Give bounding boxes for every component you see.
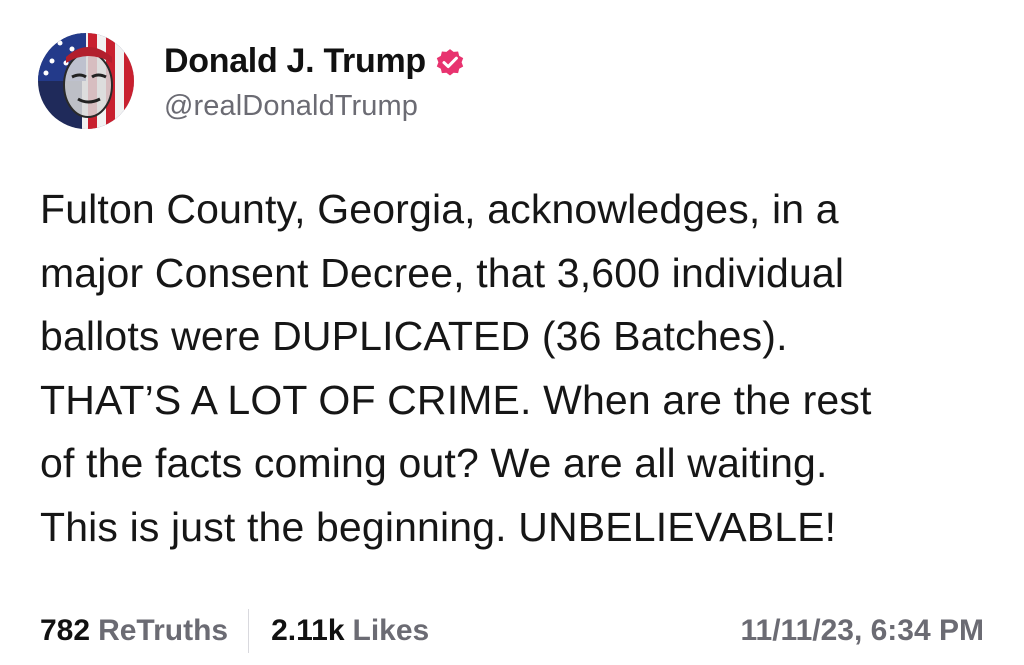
likes-stat[interactable]: 2.11k Likes [271, 614, 429, 648]
retruths-count: 782 [40, 614, 91, 647]
verified-badge-icon [434, 46, 466, 78]
post-footer: 782 ReTruths 2.11k Likes 11/11/23, 6:34 … [40, 606, 984, 656]
post-timestamp[interactable]: 11/11/23, 6:34 PM [740, 614, 984, 648]
avatar[interactable] [38, 33, 134, 129]
likes-count: 2.11k [271, 614, 345, 647]
flag-portrait-avatar-icon [38, 33, 134, 129]
likes-label: Likes [352, 614, 430, 647]
post-card: Donald J. Trump @realDonaldTrump Fulton … [0, 0, 1024, 665]
display-name[interactable]: Donald J. Trump [164, 42, 426, 81]
retruths-label: ReTruths [98, 614, 229, 647]
retruths-stat[interactable]: 782 ReTruths [40, 614, 228, 648]
author-handle[interactable]: @realDonaldTrump [164, 90, 466, 123]
post-text-line: ballots were DUPLICATED (36 Batches). [40, 313, 788, 359]
post-header: Donald J. Trump @realDonaldTrump [38, 33, 466, 129]
post-text-line: This is just the beginning. UNBELIEVABLE… [40, 503, 837, 550]
post-text-line: of the facts coming out? We are all wait… [40, 440, 828, 486]
post-text: Fulton County, Georgia, acknowledges, in… [40, 178, 1000, 559]
post-text-line: Fulton County, Georgia, acknowledges, in… [40, 186, 839, 232]
post-text-line: major Consent Decree, that 3,600 individ… [40, 249, 845, 296]
stats-divider [248, 609, 250, 653]
name-row: Donald J. Trump [164, 40, 466, 84]
post-text-line: THAT’S A LOT OF CRIME. When are the rest [40, 376, 872, 423]
author-names: Donald J. Trump @realDonaldTrump [164, 40, 466, 123]
